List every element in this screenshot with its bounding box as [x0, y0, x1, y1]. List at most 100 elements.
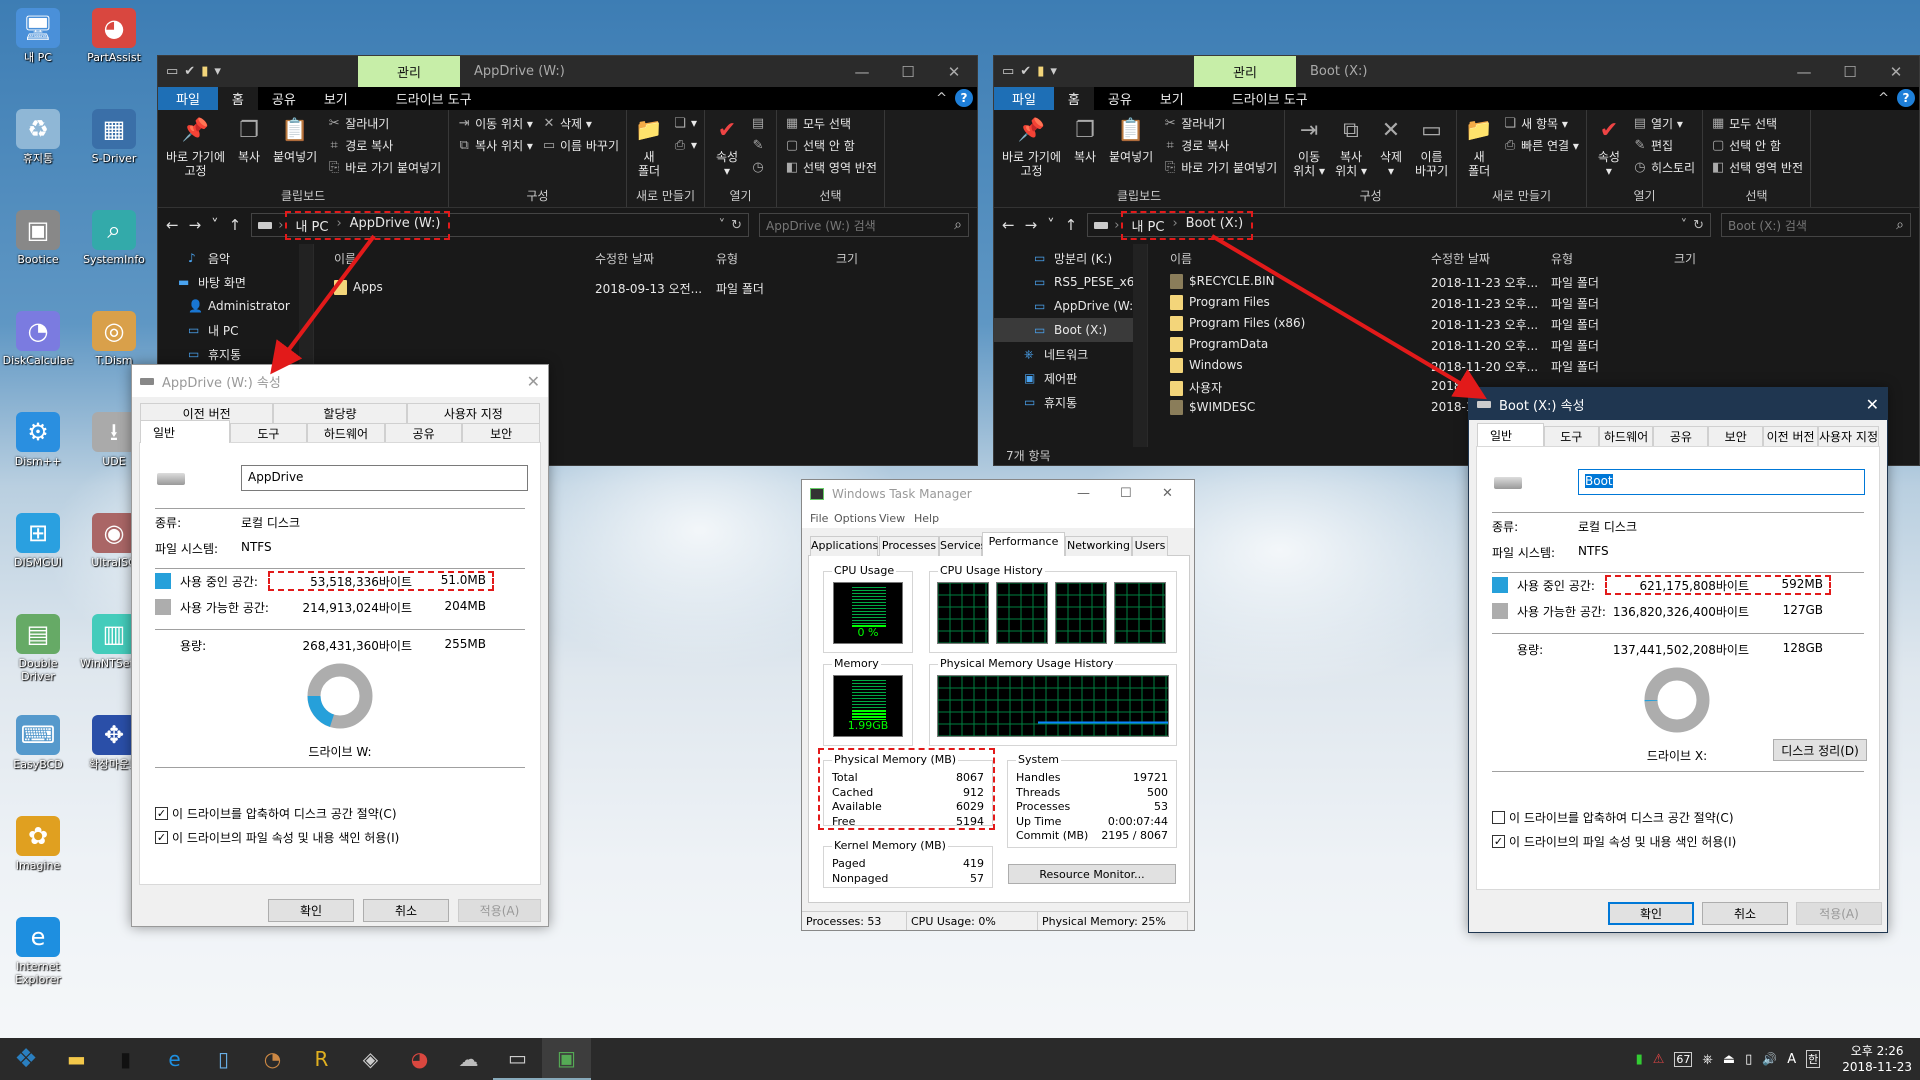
nav-item-Administrator[interactable]: 👤 Administrator [158, 294, 313, 318]
drive-icon-quick[interactable]: ▭ [1002, 64, 1014, 79]
volume-name-input[interactable]: AppDrive [241, 465, 528, 491]
recent-locations-button[interactable]: ˅ [211, 216, 219, 234]
tab-Networking[interactable]: Networking [1065, 536, 1132, 556]
선택안함-button[interactable]: ▢ 선택 안 함 [1710, 136, 1803, 154]
바로가기에고정-button[interactable]: 📌 바로 가기에 고정 [162, 114, 229, 187]
tab-이전 버전[interactable]: 이전 버전 [1763, 426, 1818, 446]
address-bar[interactable]: › 내 PC › AppDrive (W:) ˅ ↻ [251, 210, 749, 240]
nav-item-네트워크[interactable]: ⎈ 네트워크 [994, 342, 1147, 366]
title-bar[interactable]: ▭ ✔ ▮ ▾ 관리 AppDrive (W:) — ☐ ✕ [158, 56, 977, 87]
nav-item-AppDrive (W:)[interactable]: ▭ AppDrive (W:) [994, 294, 1147, 318]
menu-Help[interactable]: Help [914, 512, 939, 525]
dialog-title-bar[interactable]: AppDrive (W:) 속성 ✕ [132, 365, 548, 397]
compress-checkbox[interactable]: ✓ 이 드라이브를 압축하여 디스크 공간 절약(C) [155, 805, 397, 822]
notepad-icon[interactable]: ▯ [199, 1038, 248, 1080]
tray-warning-icon[interactable]: ⚠ [1653, 1052, 1665, 1067]
title-bar[interactable]: ▭ ✔ ▮ ▾ 관리 Boot (X:) — ☐ ✕ [994, 56, 1919, 87]
이동위치-button[interactable]: ⇥ 이동 위치 ▾ [456, 114, 533, 132]
properties-icon-quick[interactable]: ✔ [184, 64, 195, 79]
checkbox-checked-icon[interactable]: ✓ [1492, 835, 1505, 848]
바로가기에고정-button[interactable]: 📌 바로 가기에 고정 [998, 114, 1065, 187]
close-button[interactable]: ✕ [1866, 395, 1879, 414]
checkbox-checked-icon[interactable]: ✓ [155, 807, 168, 820]
tab-보기[interactable]: 보기 [310, 87, 362, 110]
새항목-button[interactable]: ❏ 새 항목 ▾ [1502, 114, 1579, 132]
column-header-이름[interactable]: 이름 [334, 250, 356, 267]
collapse-ribbon-icon[interactable]: ^ [1878, 91, 1889, 106]
nav-scrollbar[interactable] [1133, 244, 1147, 447]
close-button[interactable]: ✕ [1873, 63, 1919, 81]
minimize-button[interactable]: — [839, 63, 885, 81]
모두선택-button[interactable]: ▦ 모두 선택 [784, 114, 877, 132]
column-header-수정한 날짜[interactable]: 수정한 날짜 [595, 250, 654, 267]
open-icon-button[interactable]: ▤ [750, 114, 769, 132]
nav-item-바탕 화면[interactable]: ▬ 바탕 화면 [158, 270, 313, 294]
customize-quick-access-icon[interactable]: ▾ [214, 64, 221, 79]
-button[interactable]: ⎙ ▾ [672, 136, 697, 154]
빠른연결-button[interactable]: ⎙ 빠른 연결 ▾ [1502, 136, 1579, 154]
tab-할당량[interactable]: 할당량 [273, 403, 407, 423]
열기-button[interactable]: ▤ 열기 ▾ [1632, 114, 1695, 132]
back-button[interactable]: ← [1002, 216, 1015, 234]
tab-도구[interactable]: 도구 [1543, 426, 1599, 446]
tab-사용자 지정[interactable]: 사용자 지정 [1817, 426, 1879, 446]
file-explorer-icon[interactable]: ▬ [52, 1038, 101, 1080]
tab-manage-context[interactable]: 관리 [1194, 56, 1296, 87]
minimize-button[interactable]: — [1781, 63, 1827, 81]
tab-하드웨어[interactable]: 하드웨어 [307, 423, 385, 443]
column-header-유형[interactable]: 유형 [716, 250, 738, 267]
tab-Processes[interactable]: Processes [879, 536, 939, 556]
이름바꾸기-button[interactable]: ▭ 이름 바꾸기 [541, 136, 619, 154]
새폴더-button[interactable]: 📁 새 폴더 [1461, 114, 1497, 187]
desktop-icon-DISMGUI[interactable]: ⊞ DISMGUI [0, 513, 76, 569]
file-row[interactable]: ProgramData 2018-11-20 오후... 파일 폴더 [1148, 337, 1919, 358]
back-button[interactable]: ← [166, 216, 179, 234]
nav-item-휴지통[interactable]: ▭ 휴지통 [158, 342, 313, 366]
편집-button[interactable]: ✎ 편집 [1632, 136, 1695, 154]
battery-icon[interactable]: ▯ [1745, 1052, 1752, 1067]
resource-monitor-button[interactable]: Resource Monitor... [1008, 864, 1176, 884]
새폴더-button[interactable]: 📁 새 폴더 [631, 114, 667, 187]
desktop-icon-휴지통[interactable]: ♻ 휴지통 [0, 109, 76, 165]
minimize-button[interactable]: — [1077, 486, 1090, 501]
tab-Applications[interactable]: Applications [810, 536, 878, 556]
file-row[interactable]: Program Files (x86) 2018-11-23 오후... 파일 폴더 [1148, 316, 1919, 337]
히스토리-button[interactable]: ◷ 히스토리 [1632, 158, 1695, 176]
checkbox-unchecked-icon[interactable] [1492, 811, 1505, 824]
column-header-이름[interactable]: 이름 [1170, 250, 1192, 267]
cloud-icon[interactable]: ☁ [444, 1038, 493, 1080]
new-folder-icon-quick[interactable]: ▮ [201, 64, 208, 79]
nav-item-Boot (X:)[interactable]: ▭ Boot (X:) [994, 318, 1147, 342]
복사위치-button[interactable]: ⧉ 복사 위치 ▾ [1331, 114, 1371, 187]
이름바꾸기-button[interactable]: ▭ 이름 바꾸기 [1411, 114, 1452, 187]
disk-cleanup-button[interactable]: 디스크 정리(D) [1773, 739, 1867, 761]
속성-button[interactable]: ✔ 속성 ▾ [1591, 114, 1627, 187]
forward-button[interactable]: → [189, 216, 202, 234]
경로복사-button[interactable]: ⌗ 경로 복사 [1162, 136, 1277, 154]
tab-도구[interactable]: 도구 [229, 423, 308, 443]
cancel-button[interactable]: 취소 [1702, 902, 1788, 925]
잘라내기-button[interactable]: ✂ 잘라내기 [326, 114, 441, 132]
help-icon[interactable]: ? [955, 89, 973, 107]
compress-checkbox[interactable]: 이 드라이브를 압축하여 디스크 공간 절약(C) [1492, 809, 1734, 826]
tab-일반[interactable]: 일반 [140, 420, 230, 443]
desktop-icon-Internet[interactable]: e Internet Explorer [0, 917, 76, 986]
tab-파일[interactable]: 파일 [158, 87, 218, 110]
address-dropdown-icon[interactable]: ˅ [1681, 218, 1688, 233]
tray-monitor-icon[interactable]: ▮ [1636, 1052, 1643, 1067]
search-box[interactable]: AppDrive (W:) 검색 ⌕ [759, 213, 969, 237]
file-row[interactable]: $RECYCLE.BIN 2018-11-23 오후... 파일 폴더 [1148, 274, 1919, 295]
column-header-유형[interactable]: 유형 [1551, 250, 1573, 267]
tab-공유[interactable]: 공유 [1653, 426, 1709, 446]
tab-보기[interactable]: 보기 [1146, 87, 1198, 110]
properties-icon-quick[interactable]: ✔ [1020, 64, 1031, 79]
삭제-button[interactable]: ✕ 삭제 ▾ [541, 114, 619, 132]
tab-보안[interactable]: 보안 [462, 423, 540, 443]
desktop-icon-Double[interactable]: ▤ Double Driver [0, 614, 76, 683]
desktop-icon-내 PC[interactable]: 🖥 내 PC [0, 8, 76, 64]
desktop-icon-DiskCalculae[interactable]: ◔ DiskCalculae [0, 311, 76, 367]
internet-explorer-icon[interactable]: e [150, 1038, 199, 1080]
bootice-icon[interactable]: ◈ [346, 1038, 395, 1080]
이동위치-button[interactable]: ⇥ 이동 위치 ▾ [1289, 114, 1329, 187]
forward-button[interactable]: → [1025, 216, 1038, 234]
